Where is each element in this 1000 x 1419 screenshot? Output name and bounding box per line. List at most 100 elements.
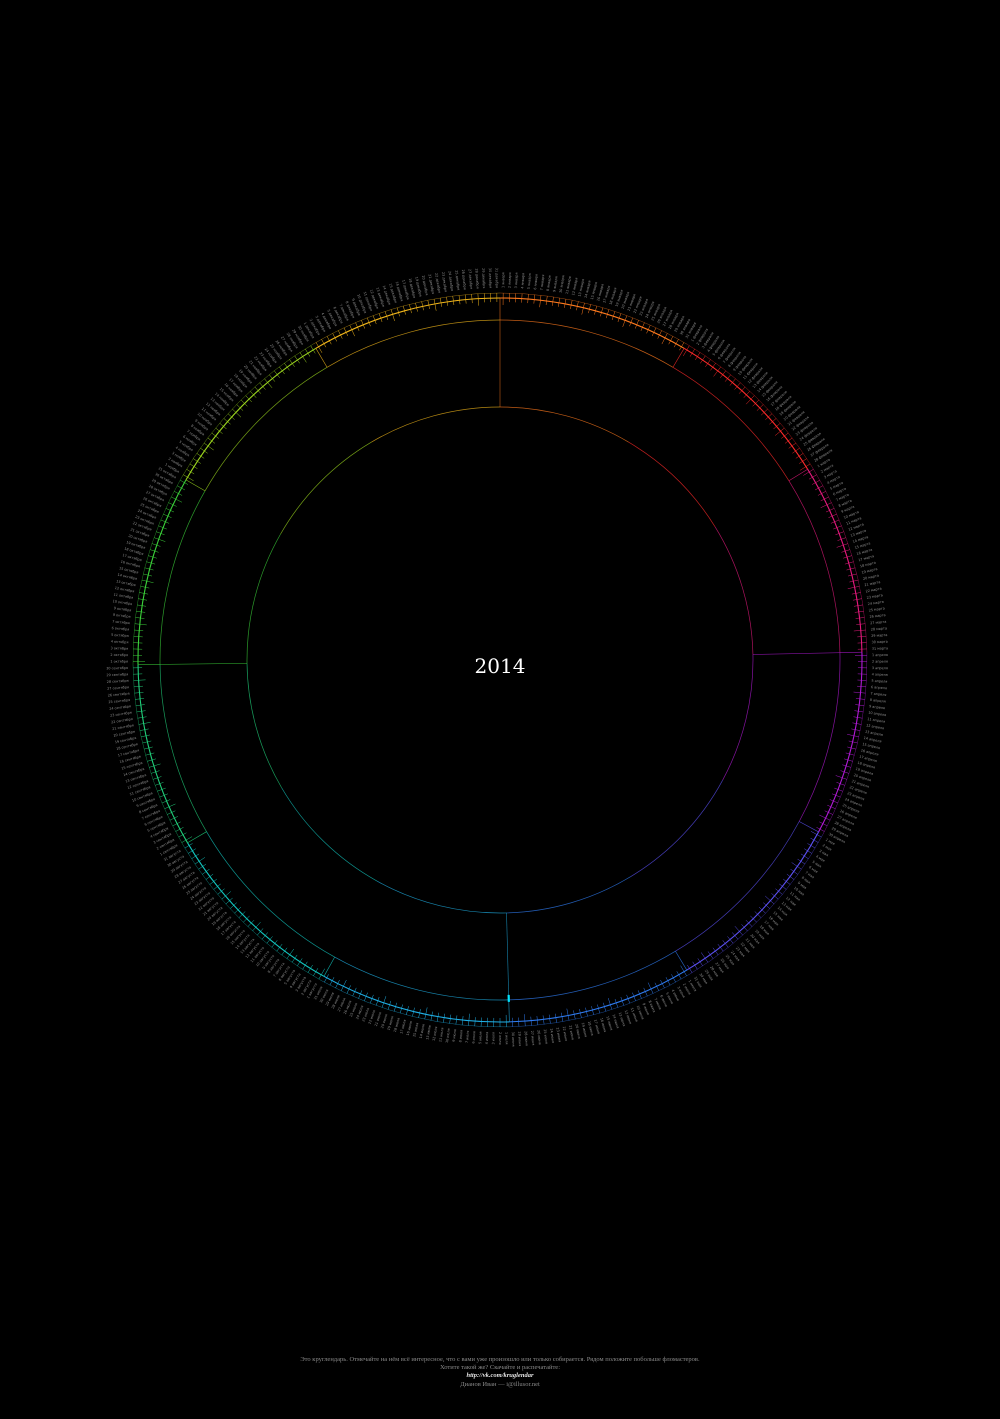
day-label: 22 июня xyxy=(562,1026,568,1041)
circular-calendar: 1 января2 января3 января4 января5 января… xyxy=(0,0,1000,1414)
day-tick xyxy=(134,680,146,681)
day-label: 3 октября xyxy=(110,646,128,651)
day-label: 23 марта xyxy=(866,593,883,600)
day-label: 5 апреля xyxy=(871,679,887,684)
day-label: 28 марта xyxy=(871,626,888,631)
day-tick xyxy=(857,686,866,687)
inner-ring-arc xyxy=(507,877,631,913)
day-label: 8 июля xyxy=(458,1030,463,1043)
day-label: 6 апреля xyxy=(871,685,887,690)
day-tick xyxy=(746,396,754,405)
day-label: 8 января xyxy=(546,275,552,291)
day-label: 6 октября xyxy=(111,626,129,631)
middle-ring-arc xyxy=(327,320,500,367)
day-label: 26 декабря xyxy=(461,269,467,290)
day-label: 31 марта xyxy=(872,646,888,650)
day-label: 29 декабря xyxy=(481,268,486,288)
inner-ring-arc xyxy=(247,534,281,663)
month-spoke xyxy=(316,348,327,367)
month-spoke xyxy=(673,348,684,367)
day-tick xyxy=(434,299,436,311)
day-label: 8 апреля xyxy=(870,698,886,704)
day-tick xyxy=(202,869,209,874)
day-label: 13 июля xyxy=(425,1025,432,1040)
middle-ring-arc xyxy=(160,491,205,665)
day-label: 3 июля xyxy=(491,1032,495,1045)
day-tick xyxy=(791,869,798,874)
day-label: 27 декабря xyxy=(468,269,474,289)
day-label: 7 января xyxy=(540,274,546,290)
day-tick xyxy=(857,636,866,637)
day-tick xyxy=(478,294,479,306)
day-label: 2 июля xyxy=(498,1032,502,1045)
day-label: 24 декабря xyxy=(448,271,455,292)
rim-arc xyxy=(182,344,314,477)
quarter-spoke xyxy=(160,663,247,664)
day-label: 1 июля xyxy=(504,1032,508,1045)
inner-ring-arc xyxy=(371,407,500,442)
day-label: 3 января xyxy=(514,273,519,289)
day-tick xyxy=(608,998,612,1009)
quarter-spoke xyxy=(753,653,840,655)
day-label: 26 сентября xyxy=(108,692,130,698)
day-label: 6 января xyxy=(533,274,538,290)
day-tick xyxy=(857,680,866,681)
day-label: 9 января xyxy=(552,276,558,292)
inner-ring-arc xyxy=(247,663,282,787)
day-tick xyxy=(837,544,848,548)
day-label: 28 сентября xyxy=(107,679,129,684)
inner-ring-arc xyxy=(377,881,507,913)
day-tick xyxy=(142,580,154,583)
middle-ring-arc xyxy=(789,481,840,653)
day-label: 11 апреля xyxy=(867,717,886,724)
day-label: 20 июня xyxy=(574,1024,581,1039)
day-label: 30 сентября xyxy=(106,666,128,670)
day-label: 24 июня xyxy=(549,1028,555,1043)
day-label: 5 января xyxy=(527,273,532,289)
day-tick xyxy=(135,624,147,625)
day-label: 29 июня xyxy=(517,1031,522,1046)
day-label: 30 июня xyxy=(511,1032,516,1047)
day-tick xyxy=(792,448,799,453)
day-label: 10 января xyxy=(559,275,566,293)
day-label: 14 июля xyxy=(419,1024,426,1039)
day-tick xyxy=(582,303,585,315)
day-label: 30 декабря xyxy=(488,268,493,288)
day-tick xyxy=(391,310,395,321)
day-tick xyxy=(854,630,866,631)
day-label: 21 июня xyxy=(568,1025,575,1040)
download-link[interactable]: http://vk.com/kruglendar xyxy=(150,1372,850,1380)
day-label: 8 октября xyxy=(113,613,131,619)
day-tick xyxy=(232,409,241,417)
day-tick xyxy=(765,896,774,904)
inner-ring-arc xyxy=(715,527,753,655)
day-tick xyxy=(134,636,143,637)
footer-author: Дианов Иван — i@illusor.net xyxy=(150,1381,850,1389)
year-title: 2014 xyxy=(400,652,600,680)
day-tick xyxy=(382,996,386,1007)
inner-ring-arc xyxy=(629,442,715,526)
day-tick xyxy=(847,734,859,737)
middle-ring-arc xyxy=(205,367,327,491)
day-tick xyxy=(468,1014,469,1026)
day-tick xyxy=(854,692,866,693)
day-label: 1 октября xyxy=(110,660,128,664)
middle-ring-arc xyxy=(160,664,207,831)
day-tick xyxy=(139,722,151,724)
day-label: 9 апреля xyxy=(869,704,885,710)
day-tick xyxy=(848,586,860,588)
day-tick xyxy=(292,955,297,962)
day-label: 27 сентября xyxy=(107,685,129,691)
day-label: 22 марта xyxy=(865,587,882,594)
day-label: 1 января xyxy=(501,272,505,288)
outer-ring-arc xyxy=(186,348,316,480)
day-label: 29 марта xyxy=(871,633,887,638)
quarter-spoke xyxy=(507,913,509,1000)
middle-ring-arc xyxy=(675,821,799,951)
day-label: 28 декабря xyxy=(474,268,479,288)
middle-ring-arc xyxy=(799,653,840,822)
day-label: 4 января xyxy=(520,273,525,289)
day-label: 28 июня xyxy=(524,1031,529,1046)
month-spoke xyxy=(799,821,818,831)
day-label: 5 октября xyxy=(111,633,129,638)
